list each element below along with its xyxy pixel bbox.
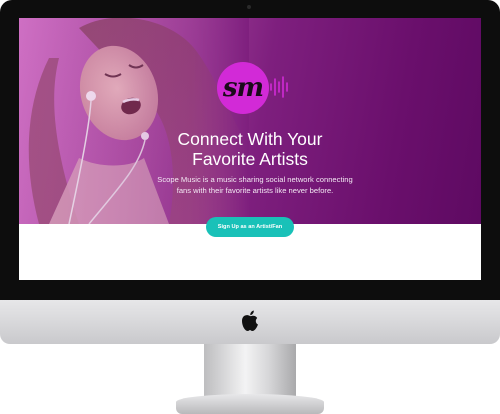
hero-section: sm Connect With Your Favorite Artists Sc…	[19, 18, 481, 224]
signup-button[interactable]: Sign Up as an Artist/Fan	[206, 217, 294, 237]
screen: sm Connect With Your Favorite Artists Sc…	[19, 18, 481, 280]
logo-badge[interactable]: sm	[217, 62, 269, 114]
hero-heading: Connect With Your Favorite Artists	[99, 129, 401, 169]
sound-waves-icon	[270, 76, 288, 98]
hero-heading-line1: Connect With Your	[177, 129, 323, 149]
imac-stand-base	[176, 394, 324, 414]
camera-icon	[247, 5, 251, 9]
hero-heading-line2: Favorite Artists	[192, 149, 308, 169]
imac-stand-neck	[204, 344, 296, 396]
hero-description: Scope Music is a music sharing social ne…	[157, 175, 353, 195]
logo-text: sm	[222, 73, 264, 103]
apple-logo-icon	[242, 310, 258, 331]
